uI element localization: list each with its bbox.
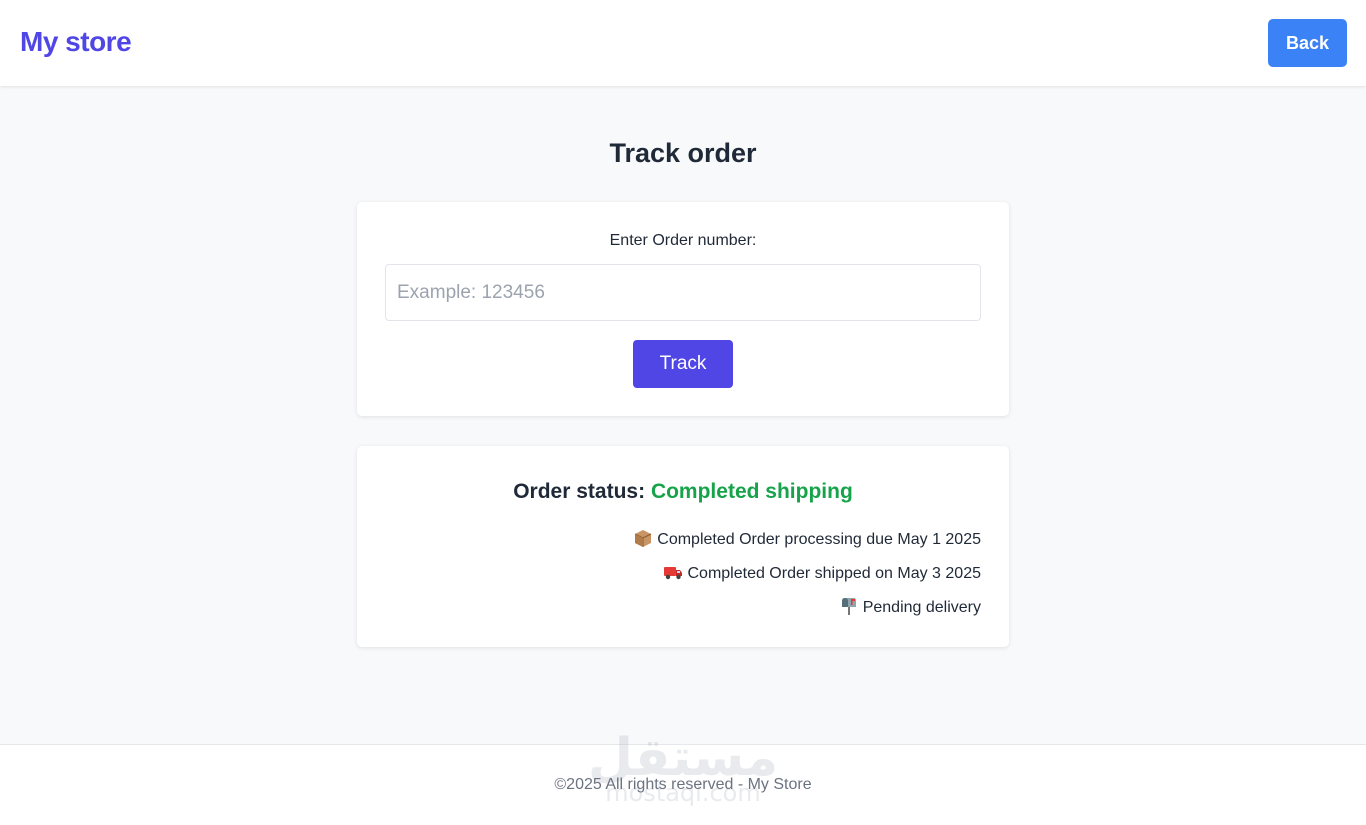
track-button[interactable]: Track <box>633 340 733 388</box>
page-title: Track order <box>609 138 757 168</box>
order-status-label: Order status: <box>513 480 646 503</box>
status-step: Pending delivery <box>633 596 981 630</box>
order-number-input[interactable] <box>385 264 981 321</box>
order-status-heading: Order status: Completed shipping <box>357 480 1009 504</box>
brand-logo[interactable]: My store <box>20 26 132 58</box>
status-step: Completed Order processing due May 1 202… <box>633 528 981 562</box>
order-status-value: Completed shipping <box>650 480 853 503</box>
top-header: My store Back <box>0 0 1366 86</box>
back-button[interactable]: Back <box>1268 19 1347 67</box>
order-status-card: Order status: Completed shipping Complet… <box>357 446 1009 647</box>
status-step-text: Pending delivery <box>862 599 981 616</box>
main-content: Track order Enter Order number: Track Or… <box>0 86 1366 744</box>
footer-copyright: ©2025 All rights reserved - My Store <box>554 776 812 793</box>
status-step: Completed Order shipped on May 3 2025 <box>633 562 981 596</box>
order-number-label: Enter Order number: <box>609 232 757 249</box>
mailbox-icon <box>841 598 856 615</box>
package-icon <box>635 530 652 547</box>
status-steps-list: Completed Order processing due May 1 202… <box>633 528 981 630</box>
truck-icon <box>664 567 683 580</box>
status-step-text: Completed Order processing due May 1 202… <box>657 531 981 548</box>
status-step-text: Completed Order shipped on May 3 2025 <box>687 565 981 582</box>
page-footer: مستقل mostaql.com ©2025 All rights reser… <box>0 731 1366 825</box>
track-order-card: Enter Order number: Track <box>357 202 1009 416</box>
